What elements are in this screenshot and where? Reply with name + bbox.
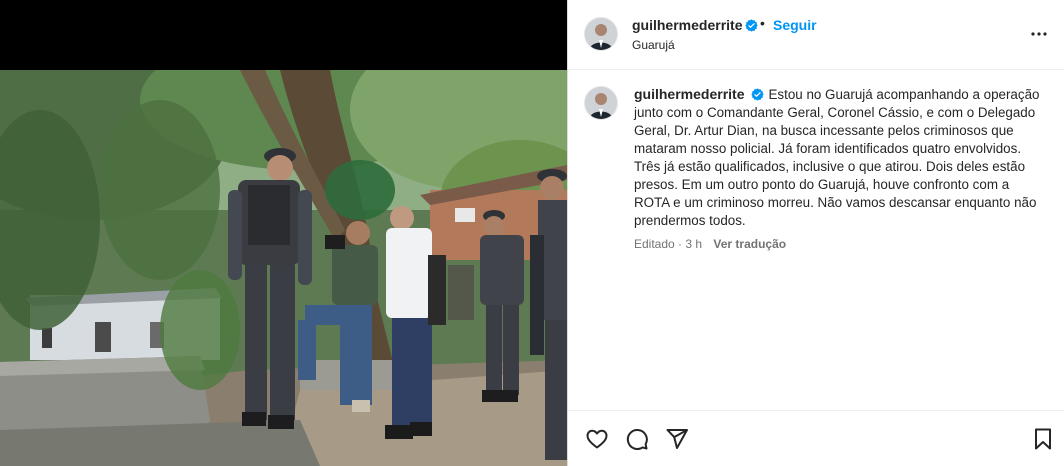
avatar-photo [585, 18, 617, 50]
post-actions-bar [568, 410, 1064, 466]
photo-illustration [0, 70, 567, 466]
more-options-icon[interactable] [1030, 24, 1048, 44]
caption-author-avatar[interactable] [584, 86, 618, 120]
heart-icon[interactable] [585, 427, 609, 451]
post-header: guilhermederrite • Seguir Guarujá [568, 0, 1064, 70]
separator-dot: • [760, 15, 765, 31]
caption-username[interactable]: guilhermederrite [634, 86, 744, 102]
share-icon[interactable] [665, 427, 689, 451]
edited-timestamp: Editado · 3 h [634, 237, 703, 251]
post-location[interactable]: Guarujá [632, 38, 675, 52]
caption-text: Estou no Guarujá acompanhando a operação… [634, 87, 1040, 228]
post-details-panel: guilhermederrite • Seguir Guarujá guilhe… [567, 0, 1064, 466]
caption-text-block: guilhermederrite Estou no Guarujá acompan… [634, 85, 1044, 230]
follow-button[interactable]: Seguir [773, 17, 817, 33]
verified-badge-icon [742, 17, 758, 35]
author-username[interactable]: guilhermederrite [632, 17, 742, 33]
avatar-photo [585, 87, 617, 119]
comment-icon[interactable] [625, 427, 649, 451]
verified-badge-icon [748, 87, 768, 102]
caption-meta: Editado · 3 h Ver tradução [634, 237, 786, 251]
bookmark-icon[interactable] [1031, 427, 1055, 451]
post-photo[interactable] [0, 70, 567, 466]
post-media[interactable] [0, 0, 567, 466]
see-translation-button[interactable]: Ver tradução [713, 237, 786, 251]
author-avatar[interactable] [584, 17, 618, 51]
